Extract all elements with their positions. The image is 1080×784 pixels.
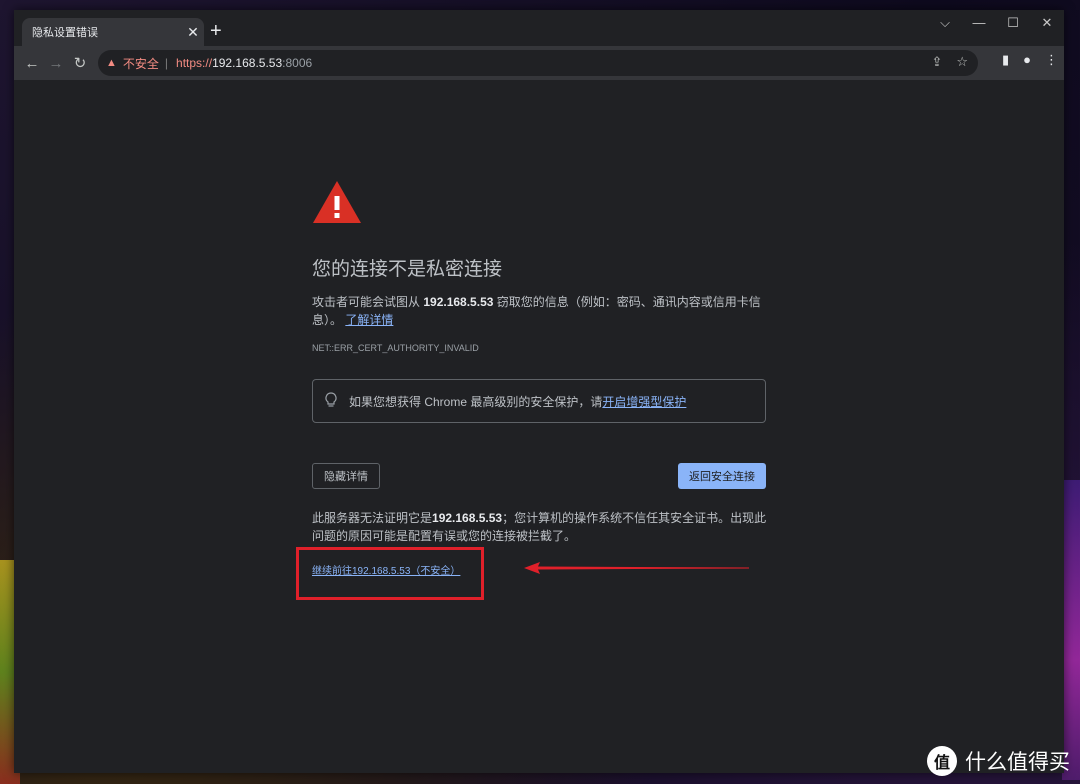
page-content: 您的连接不是私密连接 攻击者可能会试图从 192.168.5.53 窃取您的信息… [14, 80, 1064, 773]
window-controls: ⌵ — ☐ ✕ [928, 10, 1064, 36]
annotation-arrow-icon [524, 562, 749, 574]
back-to-safety-button[interactable]: 返回安全连接 [678, 463, 766, 489]
warning-triangle-icon [313, 181, 361, 223]
warning-icon[interactable]: ▲ [106, 57, 117, 69]
details-paragraph: 此服务器无法证明它是192.168.5.53；您计算机的操作系统不信任其安全证书… [312, 509, 772, 545]
hint-text: 如果您想获得 Chrome 最高级别的安全保护，请 [349, 394, 603, 409]
reload-button[interactable]: ↻ [68, 54, 92, 72]
watermark: 值 什么值得买 [927, 746, 1070, 776]
explanation-paragraph: 攻击者可能会试图从 192.168.5.53 窃取您的信息（例如：密码、通讯内容… [312, 293, 772, 329]
page-title: 您的连接不是私密连接 [312, 259, 503, 280]
error-code: NET::ERR_CERT_AUTHORITY_INVALID [312, 343, 479, 353]
title-bar: 隐私设置错误 ✕ + ⌵ — ☐ ✕ [14, 10, 1064, 46]
side-panel-icon[interactable]: ▮ [1002, 52, 1009, 68]
close-window-button[interactable]: ✕ [1030, 10, 1064, 36]
enhanced-protection-hint: 如果您想获得 Chrome 最高级别的安全保护，请 开启增强型保护 [312, 379, 766, 423]
wallpaper-stripe-right [1062, 480, 1080, 780]
watermark-logo: 值 [927, 746, 957, 776]
browser-window: 隐私设置错误 ✕ + ⌵ — ☐ ✕ ← → ↻ ▲ 不安全 | https:/… [14, 10, 1064, 773]
interstitial: 您的连接不是私密连接 攻击者可能会试图从 192.168.5.53 窃取您的信息… [312, 180, 772, 577]
tab-privacy-error[interactable]: 隐私设置错误 ✕ [22, 18, 204, 46]
hide-details-button[interactable]: 隐藏详情 [312, 463, 380, 489]
button-row: 隐藏详情 返回安全连接 [312, 463, 766, 489]
lightbulb-icon [325, 391, 337, 411]
details-host: 192.168.5.53 [432, 511, 503, 525]
back-button[interactable]: ← [20, 55, 44, 72]
toolbar-actions: ▮ ● ⋮ [1002, 52, 1058, 68]
forward-button[interactable]: → [44, 55, 68, 72]
omnibox-actions: ⇪ ☆ [931, 54, 968, 70]
url-port: :8006 [282, 56, 313, 70]
url-host: 192.168.5.53 [212, 56, 283, 70]
watermark-text: 什么值得买 [965, 751, 1070, 774]
tab-title: 隐私设置错误 [32, 27, 98, 39]
details-text: 此服务器无法证明它是 [312, 511, 433, 525]
tab-search-icon[interactable]: ⌵ [928, 10, 962, 36]
explanation-text: 攻击者可能会试图从 [312, 295, 424, 309]
url-scheme: https:// [176, 56, 213, 70]
address-bar[interactable]: ▲ 不安全 | https:// 192.168.5.53 :8006 ⇪ ☆ [98, 50, 978, 76]
toolbar: ← → ↻ ▲ 不安全 | https:// 192.168.5.53 :800… [14, 46, 1064, 80]
minimize-button[interactable]: — [962, 10, 996, 36]
insecure-label[interactable]: 不安全 [123, 55, 159, 72]
share-icon[interactable]: ⇪ [931, 54, 942, 70]
maximize-button[interactable]: ☐ [996, 10, 1030, 36]
address-separator: | [164, 56, 169, 70]
new-tab-button[interactable]: + [210, 20, 222, 42]
tab-close-icon[interactable]: ✕ [182, 24, 204, 41]
learn-more-link[interactable]: 了解详情 [345, 313, 393, 327]
profile-icon[interactable]: ● [1023, 52, 1031, 68]
menu-icon[interactable]: ⋮ [1045, 52, 1058, 68]
explanation-host: 192.168.5.53 [423, 295, 494, 309]
bookmark-star-icon[interactable]: ☆ [956, 54, 968, 70]
annotation-highlight-box [296, 547, 484, 600]
enhanced-protection-link[interactable]: 开启增强型保护 [602, 393, 686, 410]
